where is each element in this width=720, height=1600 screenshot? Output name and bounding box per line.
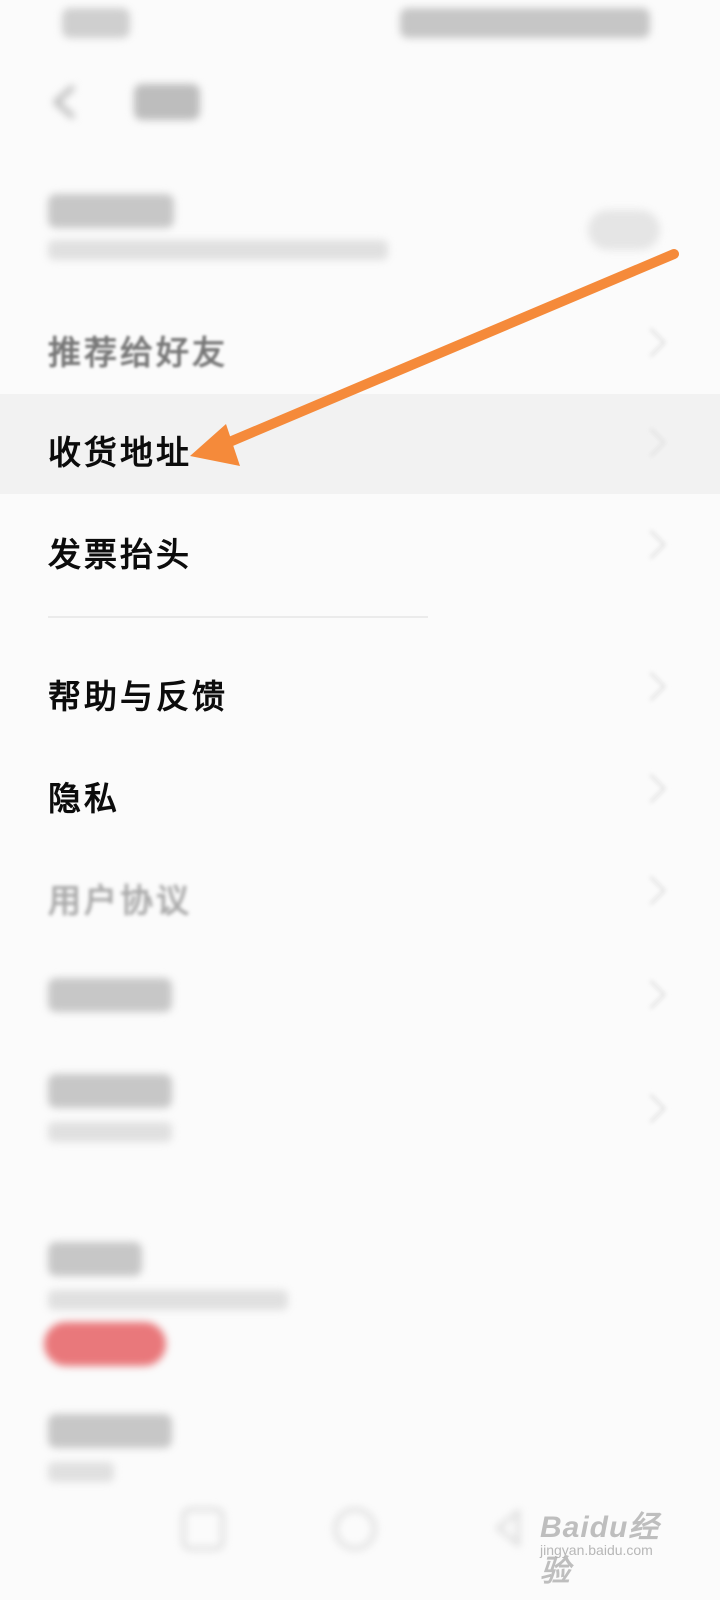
watermark-url: jingyan.baidu.com (540, 1542, 653, 1558)
annotation-arrow (190, 249, 679, 466)
settings-screen: 推荐给好友 收货地址 发票抬头 帮助与反馈 隐私 用户协议 Baidu经验 ji… (0, 0, 720, 1600)
watermark: Baidu经验 jingyan.baidu.com (540, 1496, 680, 1588)
